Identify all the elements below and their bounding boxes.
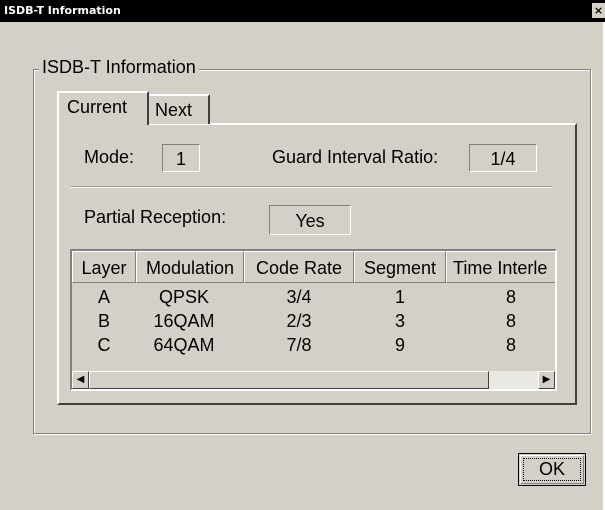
tab-next[interactable]: Next [145,94,210,124]
ok-button[interactable]: OK [518,453,586,486]
tab-current-label: Current [67,97,128,117]
tab-panel [57,123,577,405]
tab-current[interactable]: Current [57,91,149,125]
close-icon[interactable]: × [592,3,605,18]
group-box-label: ISDB-T Information [39,57,199,78]
tab-next-label: Next [155,100,193,120]
window-title: ISDB-T Information [4,4,121,17]
ok-button-label: OK [538,459,565,479]
title-bar: ISDB-T Information × [0,0,605,22]
dialog-window: ISDB-T Information × ISDB-T Information … [0,0,605,510]
